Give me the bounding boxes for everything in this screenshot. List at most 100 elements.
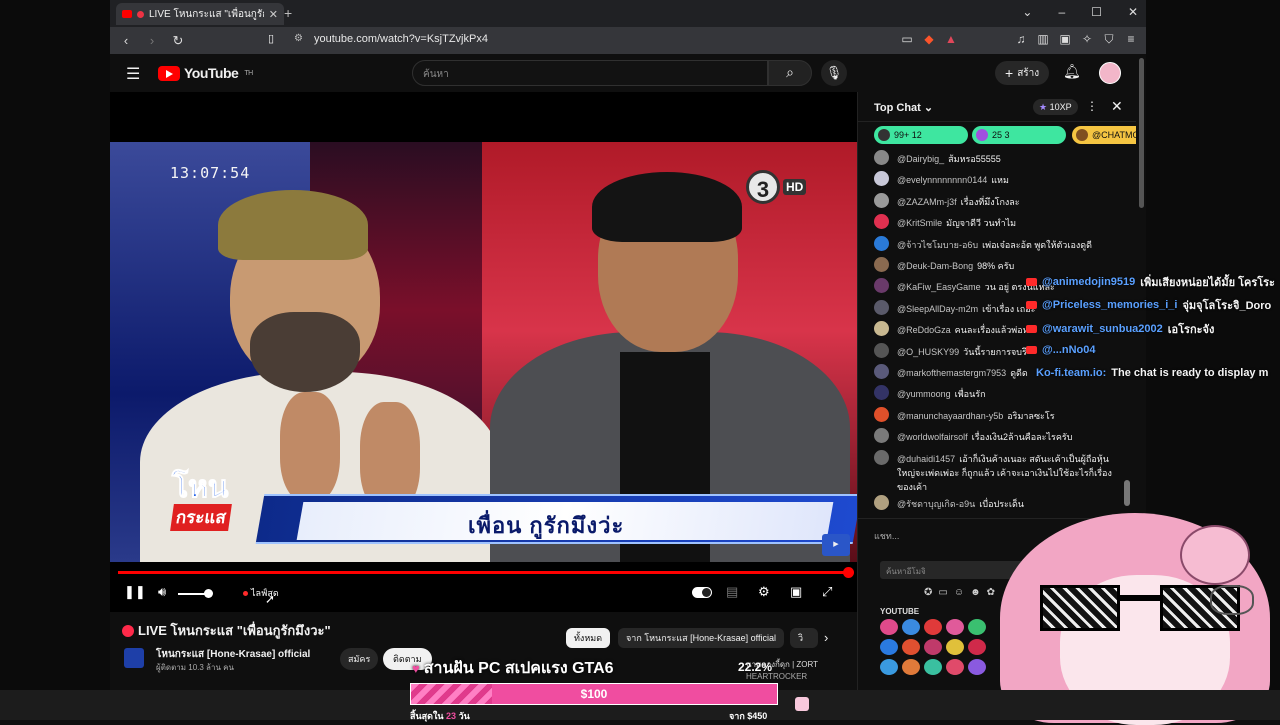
emoji-icon[interactable] (902, 659, 920, 675)
music-icon[interactable]: ♫ (1014, 32, 1028, 47)
volume-knob[interactable] (203, 589, 213, 598)
minimize-button[interactable]: – (1058, 5, 1065, 19)
new-tab-button[interactable]: + (284, 5, 292, 21)
settings-gear-icon[interactable]: ⚙ (758, 584, 770, 600)
chat-author[interactable]: @yummoong (897, 389, 951, 399)
chat-author[interactable]: @worldwolfairsolf (897, 432, 968, 442)
avatar[interactable] (874, 406, 889, 422)
chat-author[interactable]: @จ้าวไชโมบาย-อ6บ (897, 240, 978, 250)
avatar[interactable] (874, 299, 889, 315)
chat-message[interactable]: @manunchayaardhan-y5b อริมาลซะโร (874, 406, 1114, 423)
bookmark-icon[interactable]: ▯ (268, 32, 274, 45)
avatar[interactable] (874, 278, 889, 294)
autoplay-toggle[interactable] (692, 587, 712, 598)
chat-message[interactable]: @worldwolfairsolf เรื่องเงิน2ล้านคือละไรค… (874, 428, 1114, 444)
site-info-icon[interactable]: ⚙ (294, 33, 303, 44)
video-player[interactable]: 13:07:54 3 HD เพื่อน กูรักมึงว่ะ โหน กระ… (110, 92, 857, 612)
chat-message[interactable]: @evelynnnnnnnn0144 แหม (874, 171, 1114, 187)
scroll-thumb[interactable] (1124, 480, 1130, 506)
close-tab-icon[interactable]: ✕ (269, 8, 278, 21)
avatar[interactable] (874, 214, 889, 230)
chat-mode-dropdown[interactable]: Top Chat ⌄ (874, 101, 933, 114)
emoji-icon[interactable] (968, 659, 986, 675)
chat-author[interactable]: @รัชดาบุญเกิด-อ9น (897, 499, 975, 509)
progress-knob[interactable] (843, 567, 854, 578)
back-icon[interactable]: ‹ (116, 33, 136, 48)
chat-author[interactable]: @ReDdoGza (897, 325, 951, 335)
xp-badge[interactable]: ★ 10XP (1033, 99, 1078, 115)
avatar[interactable] (874, 192, 889, 208)
close-window-button[interactable]: ✕ (1128, 5, 1138, 19)
fullscreen-icon[interactable]: ⤢ (822, 584, 832, 600)
reload-icon[interactable]: ↻ (168, 33, 188, 49)
emoji-icon[interactable] (902, 619, 920, 635)
menu-icon[interactable]: ≡ (1124, 32, 1138, 47)
chat-message[interactable]: @จ้าวไชโมบาย-อ6บ เพ่อเจ๋อละอ้ต พูดให้ตัวเ… (874, 235, 1114, 252)
chip-all[interactable]: ทั้งหมด (566, 628, 611, 648)
miniplayer-icon[interactable]: ▣ (790, 584, 802, 600)
channel-name[interactable]: โหนกระแส [Hone-Krasae] official (156, 647, 310, 662)
forward-icon[interactable]: › (142, 33, 162, 48)
channel-avatar[interactable] (124, 648, 144, 668)
people-icon[interactable]: ☻ (970, 587, 981, 598)
search-button[interactable]: ⌕ (768, 60, 812, 86)
chat-message[interactable]: @duhaidi1457 เอ้าก็เงินค้างเนอะ สดันะเค้า… (874, 449, 1114, 494)
emoji-icon[interactable] (880, 639, 898, 655)
pause-icon[interactable]: ❚❚ (124, 584, 146, 600)
maximize-button[interactable]: ☐ (1091, 5, 1102, 19)
chat-author[interactable]: @Dairybig_ (897, 154, 944, 164)
emoji-icon[interactable] (946, 639, 964, 655)
avatar[interactable] (874, 257, 889, 272)
emoji-icon[interactable] (902, 639, 920, 655)
emoji-icon[interactable] (946, 619, 964, 635)
chip-more[interactable]: วิ (790, 628, 818, 648)
voice-search-button[interactable]: 🎙 (821, 60, 847, 86)
vpn-icon[interactable]: ⛉ (1102, 32, 1116, 47)
emoji-icon[interactable] (968, 639, 986, 655)
chat-author[interactable]: @markofthemastergm7953 (897, 368, 1006, 378)
emoji-icon[interactable] (924, 659, 942, 675)
create-button[interactable]: + สร้าง (995, 61, 1050, 85)
sidebar-icon[interactable]: ▥ (1036, 32, 1050, 47)
chat-message[interactable]: @yummoong เพื่อนรัก (874, 385, 1114, 401)
ticker-item[interactable]: @CHATMO (1072, 126, 1139, 144)
ticker-item[interactable]: 25 3 (972, 126, 1066, 144)
volume-icon[interactable]: 🔊︎ (158, 584, 166, 600)
rewards-icon[interactable]: ▲ (944, 32, 958, 47)
chat-author[interactable]: @SleepAllDay-m2m (897, 304, 978, 314)
chat-message[interactable]: @Deuk-Dam-Bong 98% ครับ (874, 257, 1114, 273)
avatar[interactable] (874, 494, 889, 510)
chat-author[interactable]: @KritSmile (897, 218, 942, 228)
search-input[interactable]: ค้นหา (412, 60, 768, 86)
url-field[interactable]: youtube.com/watch?v=KsjTZvjkPx4 (314, 33, 488, 45)
avatar[interactable] (874, 342, 889, 358)
emoji-icon[interactable] (880, 659, 898, 675)
cast-icon[interactable]: ▭ (900, 32, 914, 47)
emoji-icon[interactable] (924, 619, 942, 635)
chat-author[interactable]: @O_HUSKY99 (897, 347, 959, 357)
avatar[interactable] (874, 364, 889, 379)
youtube-logo[interactable]: YouTube TH (158, 65, 253, 81)
chip-from-channel[interactable]: จาก โหนกระแส [Hone-Krasae] official (618, 628, 784, 648)
smiley-icon[interactable]: ☺ (954, 587, 964, 598)
chat-author[interactable]: @ZAZAMm-j3f (897, 197, 957, 207)
avatar[interactable] (874, 385, 889, 401)
close-chat-icon[interactable]: ✕ (1111, 98, 1123, 115)
emoji-icon[interactable] (880, 619, 898, 635)
wallet-icon[interactable]: ▣ (1058, 32, 1072, 47)
chat-message[interactable]: @Dairybig_ ส้มหรอ55555 (874, 150, 1114, 166)
chat-author[interactable]: @manunchayaardhan-y5b (897, 411, 1003, 421)
emoji-icon[interactable] (946, 659, 964, 675)
chat-author[interactable]: @evelynnnnnnnn0144 (897, 175, 987, 185)
avatar[interactable] (874, 321, 889, 337)
avatar[interactable] (874, 449, 889, 465)
chat-message[interactable]: @ZAZAMm-j3f เรื่องที่มึงโกงละ (874, 192, 1114, 209)
video-frame[interactable]: 13:07:54 3 HD เพื่อน กูรักมึงว่ะ โหน กระ… (110, 142, 857, 562)
brave-shield-icon[interactable]: ◆ (922, 32, 936, 47)
extensions-icon[interactable]: ✧ (1080, 32, 1094, 47)
progress-bar[interactable] (118, 567, 854, 578)
chat-author[interactable]: @KaFiw_EasyGame (897, 282, 981, 292)
chat-author[interactable]: @duhaidi1457 (897, 454, 955, 464)
more-options-icon[interactable]: ⋮ (1086, 99, 1098, 113)
tab-search-icon[interactable]: ⌄ (1022, 5, 1032, 19)
